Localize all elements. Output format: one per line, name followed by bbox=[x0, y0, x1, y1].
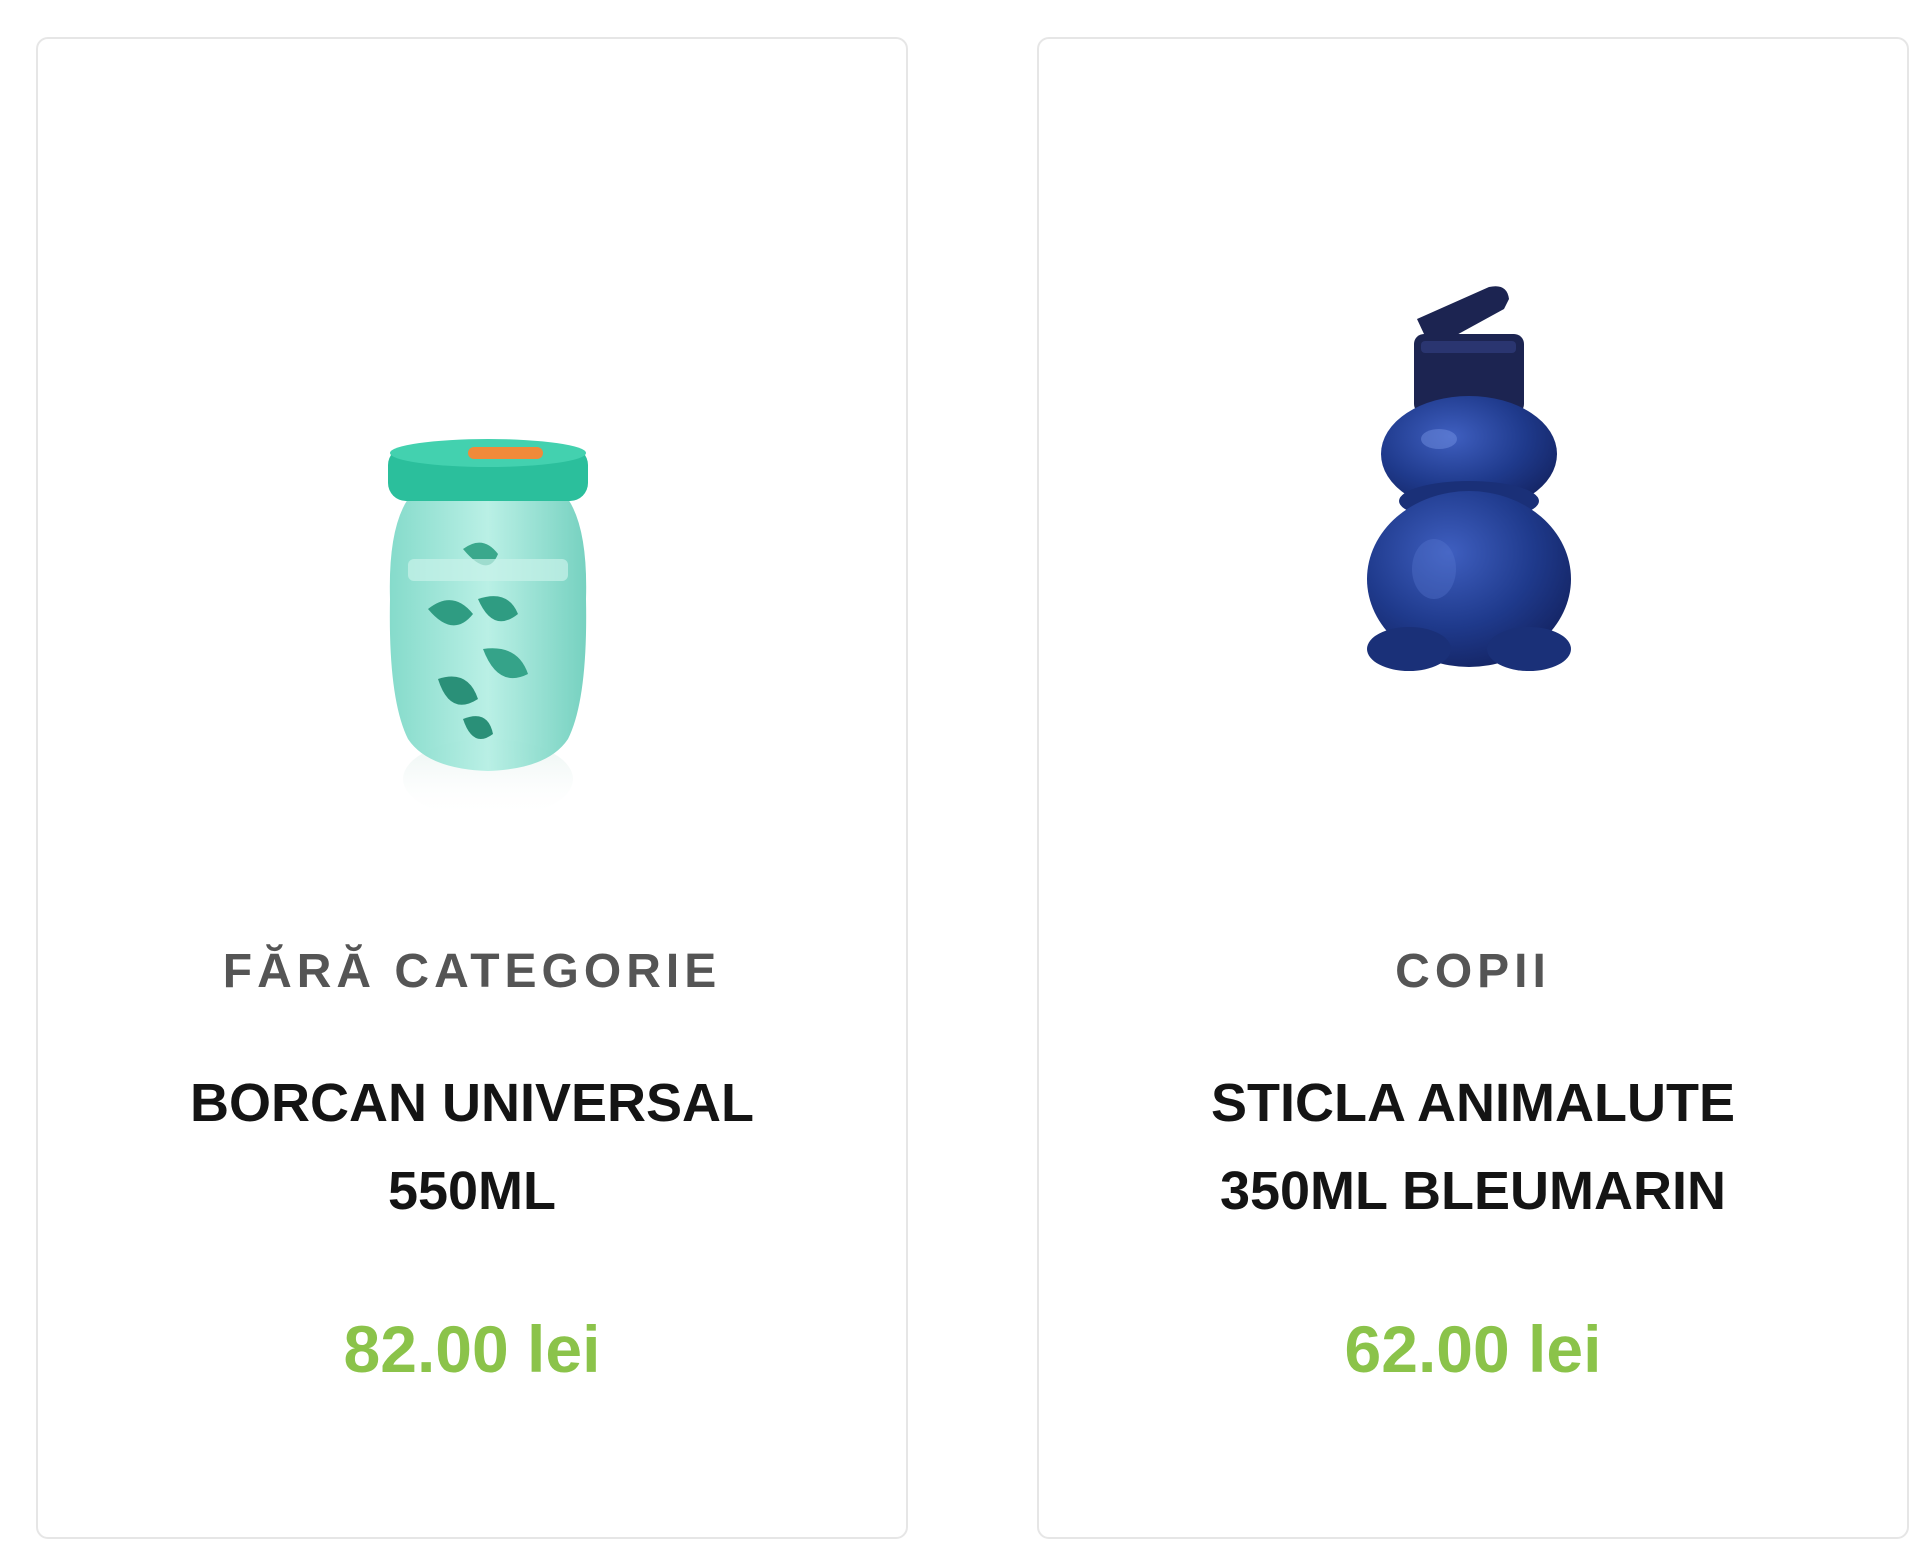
jar-product-image[interactable] bbox=[368, 429, 608, 889]
product-category[interactable]: COPII bbox=[1039, 944, 1907, 999]
product-image-container[interactable] bbox=[38, 39, 906, 919]
product-title[interactable]: STICLA ANIMALUTE 350ML BLEUMARIN bbox=[1129, 1059, 1817, 1235]
bottle-product-image[interactable] bbox=[1339, 279, 1599, 719]
product-category[interactable]: FĂRĂ CATEGORIE bbox=[38, 944, 906, 999]
product-grid: FĂRĂ CATEGORIE BORCAN UNIVERSAL 550ML 82… bbox=[0, 0, 1920, 1567]
product-title[interactable]: BORCAN UNIVERSAL 550ML bbox=[128, 1059, 816, 1235]
product-image-container[interactable] bbox=[1039, 39, 1907, 919]
product-price: 82.00 lei bbox=[343, 1312, 601, 1386]
product-price: 62.00 lei bbox=[1344, 1312, 1602, 1386]
product-card[interactable]: FĂRĂ CATEGORIE BORCAN UNIVERSAL 550ML 82… bbox=[36, 37, 908, 1539]
product-card[interactable]: COPII STICLA ANIMALUTE 350ML BLEUMARIN 6… bbox=[1037, 37, 1909, 1539]
